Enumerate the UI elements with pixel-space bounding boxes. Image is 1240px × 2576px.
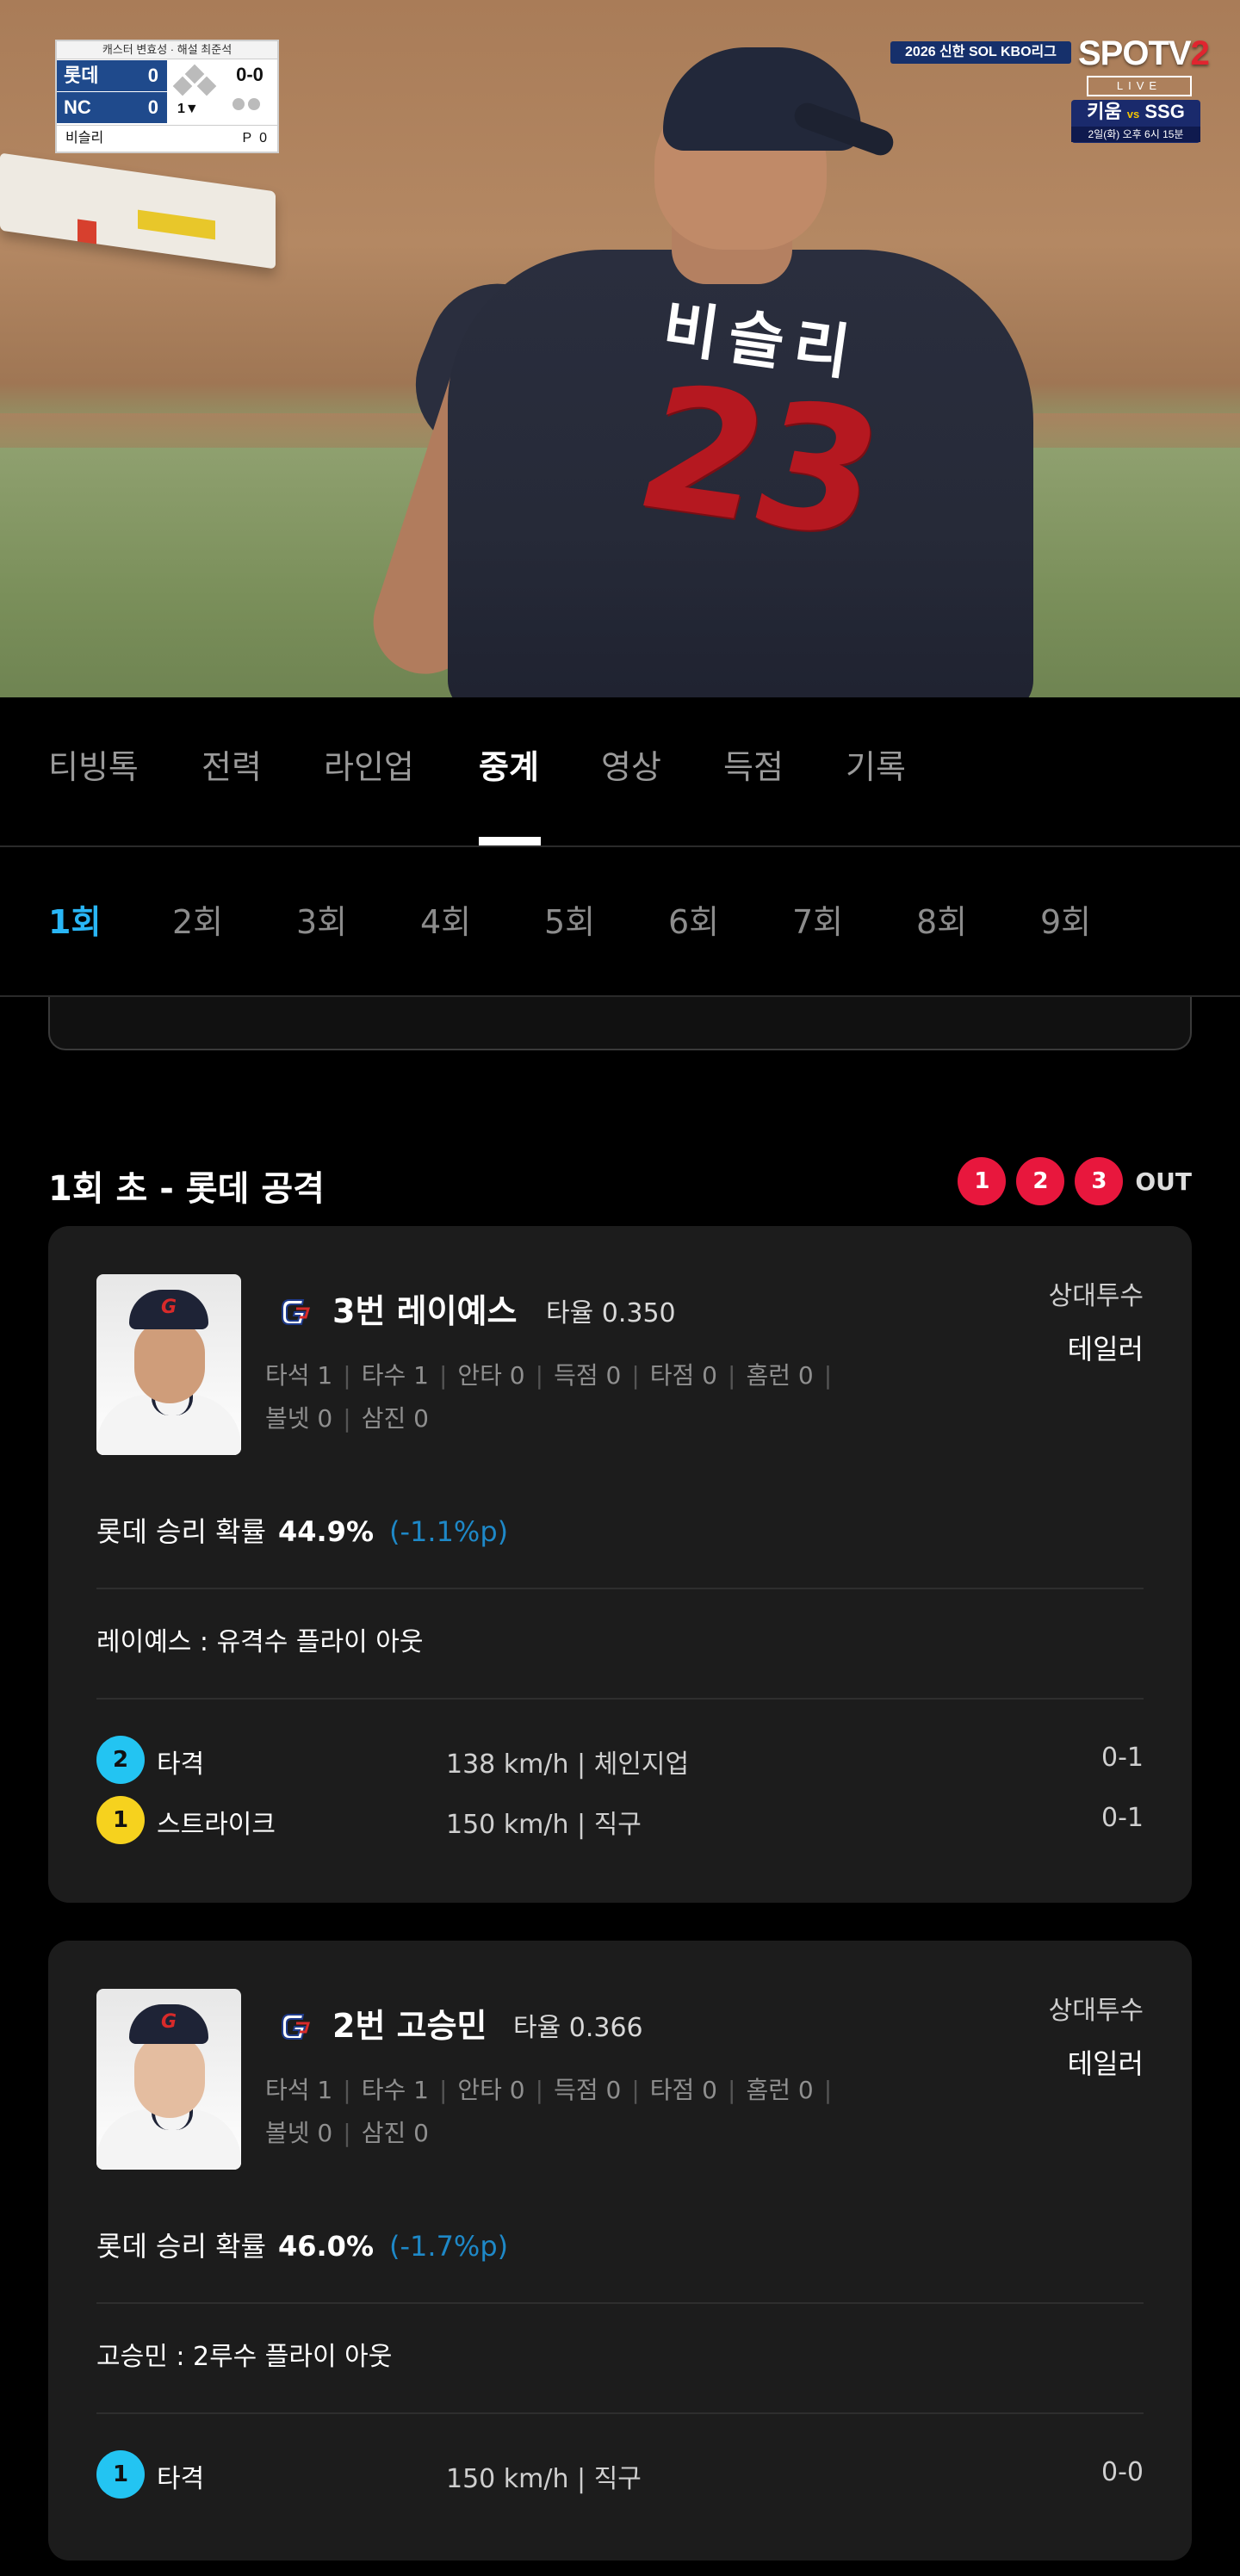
half-inning-title: 1회 초 - 롯데 공격: [48, 1169, 325, 1209]
scorebug-home-team: NC: [64, 96, 91, 118]
inning-tab-1[interactable]: 1회: [48, 895, 101, 943]
at-bat-result: 고승민 : 2루수 플라이 아웃: [96, 2342, 393, 2372]
lotte-giants-logo-icon: [282, 2014, 311, 2040]
scorebug-count: 0-0: [236, 64, 264, 85]
at-bat-card: G 3번 레이예스 타율 0.350 타석 1 | 타수 1 | 안타 0 | 득점 0 | 타…: [48, 1226, 1192, 1903]
scorebug-home: NC 0: [57, 92, 167, 124]
kbo-league-badge: 2026 신한 SOL KBO리그: [890, 41, 1071, 64]
pitch-number-badge: 1: [96, 1796, 145, 1844]
inning-tab-5[interactable]: 5회: [544, 895, 595, 943]
pitch-number-badge: 1: [96, 2450, 145, 2499]
pitch-detail: 150 km/h | 직구: [446, 2464, 642, 2494]
at-bat-card: G 2번 고승민 타율 0.366 타석 1 | 타수 1 | 안타 0 | 득점 0 | 타점…: [48, 1941, 1192, 2561]
divider: [96, 2412, 1144, 2414]
pitch-detail: 138 km/h | 체인지업: [446, 1749, 690, 1780]
tab-records[interactable]: 기록: [846, 740, 906, 788]
tab-broadcast[interactable]: 중계: [479, 740, 539, 788]
main-tab-bar: 티빙톡 전력 라인업 중계 영상 득점 기록: [0, 697, 1240, 847]
pitch-number-badge: 2: [96, 1736, 145, 1784]
opponent-pitcher-name[interactable]: 테일러: [1068, 1328, 1144, 1367]
batter-average: 타율 0.350: [546, 1298, 676, 1328]
out-badge: 1: [958, 1157, 1007, 1205]
batter-stats-2: 볼넷 0 | 삼진 0: [265, 1404, 429, 1433]
outs-indicator: 1 2 3 OUT: [947, 1157, 1192, 1205]
lotte-giants-logo-icon: [282, 1299, 311, 1325]
play-by-play-feed[interactable]: 1회 초 - 롯데 공격 1 2 3 OUT G 3번 레이예스 타율 0.350 타…: [0, 997, 1240, 2576]
pitch-result: 스트라이크: [157, 1810, 276, 1840]
inning-tab-3[interactable]: 3회: [296, 895, 347, 943]
opponent-pitcher-name[interactable]: 테일러: [1068, 2042, 1144, 2082]
inning-tab-8[interactable]: 8회: [916, 895, 967, 943]
video-pitcher: 비슬리 23: [360, 34, 1068, 697]
at-bat-result: 레이예스 : 유격수 플라이 아웃: [96, 1627, 424, 1657]
scorebug-pitch-count: P 0: [242, 131, 267, 146]
tab-strength[interactable]: 전력: [202, 740, 262, 788]
scorebug-outs-icon: [232, 98, 270, 115]
opponent-pitcher-label: 상대투수: [1048, 1281, 1144, 1311]
pitch-result: 타격: [157, 2464, 205, 2494]
batter-name[interactable]: 2번 고승민: [332, 1999, 487, 2047]
pitch-row: 1 스트라이크 150 km/h | 직구 0-1: [96, 1796, 1144, 1844]
scorebug-away-score: 0: [147, 65, 158, 86]
inning-tab-7[interactable]: 7회: [792, 895, 843, 943]
batter-photo: G: [96, 1989, 241, 2170]
tab-scores[interactable]: 득점: [723, 740, 784, 788]
inning-tab-9[interactable]: 9회: [1040, 895, 1091, 943]
scorebug-inning: 1▼: [177, 102, 199, 116]
previous-card: [48, 997, 1192, 1050]
pitch-row: 1 타격 150 km/h | 직구 0-0: [96, 2450, 1144, 2499]
scorebug: 캐스터 변효성 · 해설 최준석 롯데 0 NC 0 1▼ 0-0 비슬리 P …: [55, 40, 279, 153]
scorebug-away-team: 롯데: [64, 65, 99, 86]
opponent-pitcher-label: 상대투수: [1048, 1996, 1144, 2026]
active-tab-indicator: [479, 837, 541, 845]
scorebug-home-score: 0: [147, 96, 158, 118]
scorebug-caster: 캐스터 변효성 · 해설 최준석: [57, 41, 277, 59]
out-badge: 2: [1016, 1157, 1065, 1205]
pitch-count: 0-1: [1101, 1743, 1144, 1773]
divider: [96, 2302, 1144, 2304]
next-game-badge: 키움 vs SSG 2일(화) 오후 6시 15분: [1071, 100, 1200, 143]
pitch-detail: 150 km/h | 직구: [446, 1810, 642, 1840]
pitch-result: 타격: [157, 1749, 205, 1780]
live-badge: LIVE: [1087, 76, 1192, 96]
video-base-tag-red: [78, 219, 96, 245]
tab-lineup[interactable]: 라인업: [324, 740, 414, 788]
spotv-logo: SPOTV2: [1078, 34, 1210, 72]
pitch-count: 0-1: [1101, 1803, 1144, 1833]
batter-stats: 타석 1 | 타수 1 | 안타 0 | 득점 0 | 타점 0 | 홈런 0 |: [265, 2076, 833, 2104]
scorebug-away: 롯데 0: [57, 60, 167, 92]
scorebug-pitcher-name: 비슬리: [65, 131, 104, 146]
scorebug-pitcher: 비슬리 P 0: [57, 125, 277, 152]
out-badge: 3: [1075, 1157, 1124, 1205]
out-label: OUT: [1135, 1167, 1192, 1196]
batter-stats: 타석 1 | 타수 1 | 안타 0 | 득점 0 | 타점 0 | 홈런 0 |: [265, 1361, 833, 1390]
batter-average: 타율 0.366: [513, 2013, 643, 2043]
tab-video[interactable]: 영상: [601, 740, 661, 788]
inning-tab-6[interactable]: 6회: [668, 895, 719, 943]
video-player[interactable]: 비슬리 23 캐스터 변효성 · 해설 최준석 롯데 0 NC 0 1▼ 0-0…: [0, 0, 1240, 697]
pitch-count: 0-0: [1101, 2457, 1144, 2487]
inning-tab-4[interactable]: 4회: [420, 895, 471, 943]
batter-name[interactable]: 3번 레이예스: [332, 1285, 517, 1332]
batter-photo: G: [96, 1274, 241, 1455]
divider: [96, 1698, 1144, 1700]
divider: [96, 1588, 1144, 1589]
win-probability: 롯데 승리 확률 44.9% (-1.1%p): [96, 1515, 509, 1548]
inning-tab-bar: 1회 2회 3회 4회 5회 6회 7회 8회 9회: [0, 847, 1240, 997]
win-probability: 롯데 승리 확률 46.0% (-1.7%p): [96, 2230, 509, 2263]
inning-tab-2[interactable]: 2회: [172, 895, 223, 943]
batter-stats-2: 볼넷 0 | 삼진 0: [265, 2119, 429, 2147]
tab-tving-talk[interactable]: 티빙톡: [48, 740, 139, 788]
pitch-row: 2 타격 138 km/h | 체인지업 0-1: [96, 1736, 1144, 1784]
